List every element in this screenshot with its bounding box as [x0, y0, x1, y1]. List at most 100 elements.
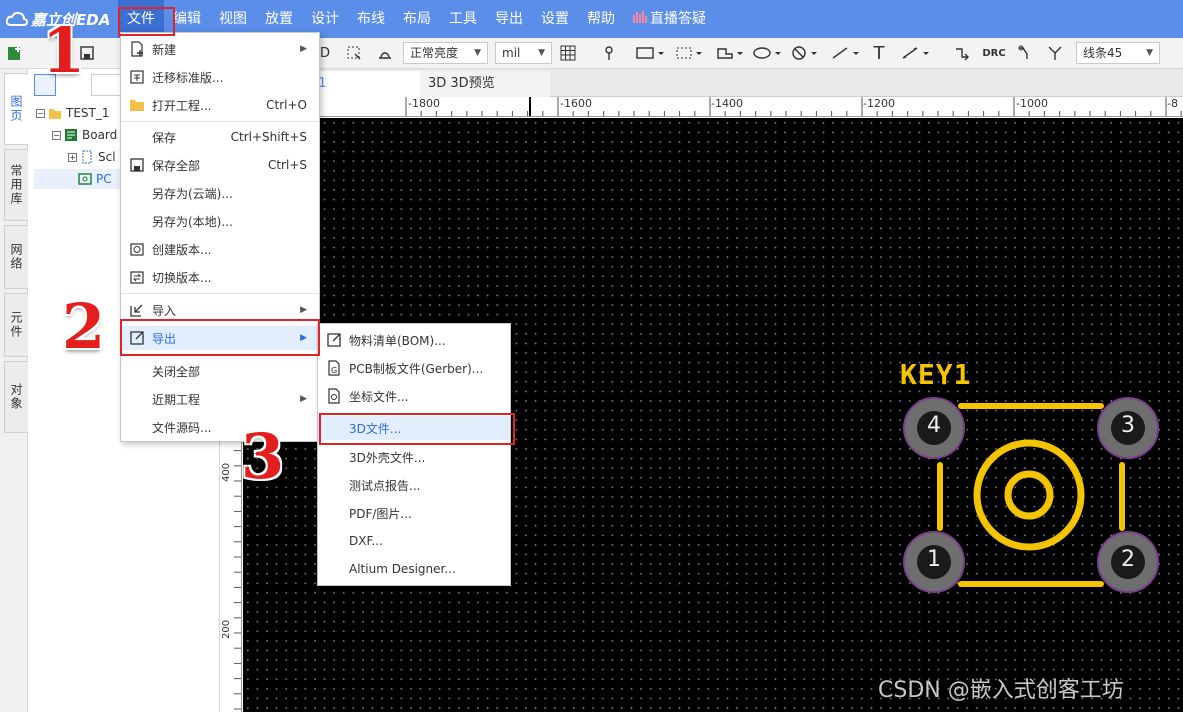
diff-pair-icon[interactable] — [1015, 43, 1035, 63]
tree-schematic-row[interactable]: + Scl — [68, 147, 116, 167]
menu-separator — [121, 293, 319, 294]
board-icon — [64, 128, 78, 142]
brightness-value: 正常亮度 — [410, 46, 459, 60]
menu-item-migrate[interactable]: 迁移标准版... — [121, 65, 319, 89]
menu-item-recent-projects[interactable]: 近期工程 ▶ — [121, 387, 319, 411]
fanout-icon[interactable] — [1045, 43, 1065, 63]
menu-item-save[interactable]: 保存 Ctrl+Shift+S — [121, 125, 319, 149]
menu-item-label: 坐标文件... — [349, 389, 409, 404]
text-icon[interactable]: T — [869, 43, 889, 64]
schematic-name: Scl — [98, 150, 116, 164]
file-menu-dropdown: 新建 ▶ 迁移标准版... 打开工程... Ctrl+O 保存 Ctrl+Shift+… — [120, 32, 320, 442]
step-number-1: 1 — [42, 14, 86, 87]
export-bom[interactable]: 物料清单(BOM)... — [318, 328, 510, 352]
menu-item-label: 近期工程 — [152, 392, 201, 407]
menu-item-label: 3D外壳文件... — [349, 450, 426, 465]
export-coordinates[interactable]: 坐标文件... — [318, 384, 510, 408]
menu-route[interactable]: 布线 — [348, 0, 394, 38]
ruler-label: -1800 — [408, 97, 440, 110]
folder-icon — [129, 97, 145, 113]
menu-item-create-version[interactable]: 创建版本... — [121, 237, 319, 261]
menu-shortcut: Ctrl+O — [266, 98, 307, 112]
horizontal-ruler: -1800 -1600 -1400 -1200 -1000 -8 — [230, 97, 1183, 117]
pad-number: 3 — [1121, 413, 1135, 438]
collapse-icon[interactable]: − — [36, 108, 45, 118]
export-testpoint-report[interactable]: 测试点报告... — [318, 473, 510, 497]
tree-project-row[interactable]: − TEST_1 — [36, 103, 110, 123]
pad-number: 4 — [927, 413, 941, 438]
tab-common-library[interactable]: 常用库 — [4, 149, 28, 221]
toolbar-d-icon[interactable]: D — [318, 43, 332, 63]
menu-shortcut: Ctrl+Shift+S — [230, 130, 307, 144]
menu-item-new[interactable]: 新建 ▶ — [121, 37, 319, 61]
live-qa-label: 直播答疑 — [650, 11, 706, 27]
menu-item-export[interactable]: 导出 ▶ — [121, 326, 319, 350]
route-track-icon[interactable] — [603, 43, 621, 63]
forbidden-area-icon[interactable] — [790, 43, 820, 63]
ruler-label: -1000 — [1016, 97, 1048, 110]
version-icon — [129, 241, 145, 257]
unit-select[interactable]: mil ▼ — [495, 42, 552, 64]
export-pdf-image[interactable]: PDF/图片... — [318, 501, 510, 525]
export-gerber[interactable]: G PCB制板文件(Gerber)... — [318, 356, 510, 380]
pcb-icon — [78, 172, 92, 186]
line-icon[interactable] — [830, 43, 862, 63]
new-icon[interactable] — [6, 43, 24, 63]
cloud-logo-icon — [6, 11, 28, 26]
menu-item-save-all[interactable]: 保存全部 Ctrl+S — [121, 153, 319, 177]
brightness-select[interactable]: 正常亮度 ▼ — [403, 42, 488, 64]
export-3d-shell[interactable]: 3D外壳文件... — [318, 445, 510, 469]
pad-number: 1 — [927, 547, 941, 572]
ruler-label: 200 — [221, 619, 232, 639]
menu-tools[interactable]: 工具 — [440, 0, 486, 38]
dimension-icon[interactable] — [900, 43, 932, 63]
document-tabs: 31 3D 3D预览 — [220, 69, 1183, 97]
menu-item-label: 打开工程... — [152, 98, 212, 113]
router-icon[interactable] — [952, 43, 972, 63]
drc-button[interactable]: DRC — [982, 43, 1006, 63]
dashed-select-icon[interactable] — [675, 43, 705, 63]
chevron-down-icon: ▼ — [538, 48, 545, 58]
tab-components[interactable]: 元件 — [4, 293, 28, 357]
export-icon — [129, 330, 145, 346]
ellipse-icon[interactable] — [752, 43, 784, 63]
export-altium[interactable]: Altium Designer... — [318, 557, 510, 581]
menu-item-close-all[interactable]: 关闭全部 — [121, 359, 319, 383]
menu-item-label: 文件源码... — [152, 420, 212, 435]
menu-item-file-source[interactable]: 文件源码... — [121, 415, 319, 439]
export-3d-file[interactable]: 3D文件... — [318, 416, 510, 440]
menu-live-qa[interactable]: 直播答疑 — [624, 0, 715, 38]
grid-icon[interactable] — [558, 43, 578, 63]
menu-layout[interactable]: 布局 — [394, 0, 440, 38]
tab-nets[interactable]: 网络 — [4, 225, 28, 289]
menu-export[interactable]: 导出 — [486, 0, 532, 38]
menu-item-save-as-local[interactable]: 另存为(本地)... — [121, 209, 319, 233]
expand-icon[interactable]: + — [68, 152, 77, 162]
export-dxf[interactable]: DXF... — [318, 529, 510, 553]
menu-item-import[interactable]: 导入 ▶ — [121, 298, 319, 322]
tab-3d-preview[interactable]: 3D 3D预览 — [420, 71, 550, 97]
ruler-label: -1600 — [560, 97, 592, 110]
polygon-icon[interactable] — [715, 43, 745, 63]
select-region-icon[interactable] — [345, 43, 363, 63]
menu-settings[interactable]: 设置 — [532, 0, 578, 38]
tab-objects[interactable]: 对象 — [4, 361, 28, 433]
switch-version-icon — [129, 269, 145, 285]
menu-item-open-project[interactable]: 打开工程... Ctrl+O — [121, 93, 319, 117]
linewidth-select[interactable]: 线条45 ▼ — [1076, 42, 1160, 64]
tree-board-row[interactable]: − Board — [52, 125, 117, 145]
menu-help[interactable]: 帮助 — [578, 0, 624, 38]
tree-search-input[interactable] — [91, 74, 121, 96]
chevron-down-icon: ▼ — [474, 48, 481, 58]
collapse-icon[interactable]: − — [52, 130, 61, 140]
rect-select-icon[interactable] — [635, 43, 665, 63]
ruler-label: -1200 — [863, 97, 895, 110]
menu-separator — [121, 121, 319, 122]
menu-item-save-as-cloud[interactable]: 另存为(云端)... — [121, 181, 319, 205]
tab-pages[interactable]: 图页 — [4, 73, 28, 145]
menu-item-label: 另存为(本地)... — [152, 214, 233, 229]
step-number-2: 2 — [62, 290, 106, 363]
menu-item-switch-version[interactable]: 切换版本... — [121, 265, 319, 289]
brightness-icon[interactable] — [376, 43, 394, 63]
export-submenu: 物料清单(BOM)... G PCB制板文件(Gerber)... 坐标文件...… — [317, 323, 511, 586]
